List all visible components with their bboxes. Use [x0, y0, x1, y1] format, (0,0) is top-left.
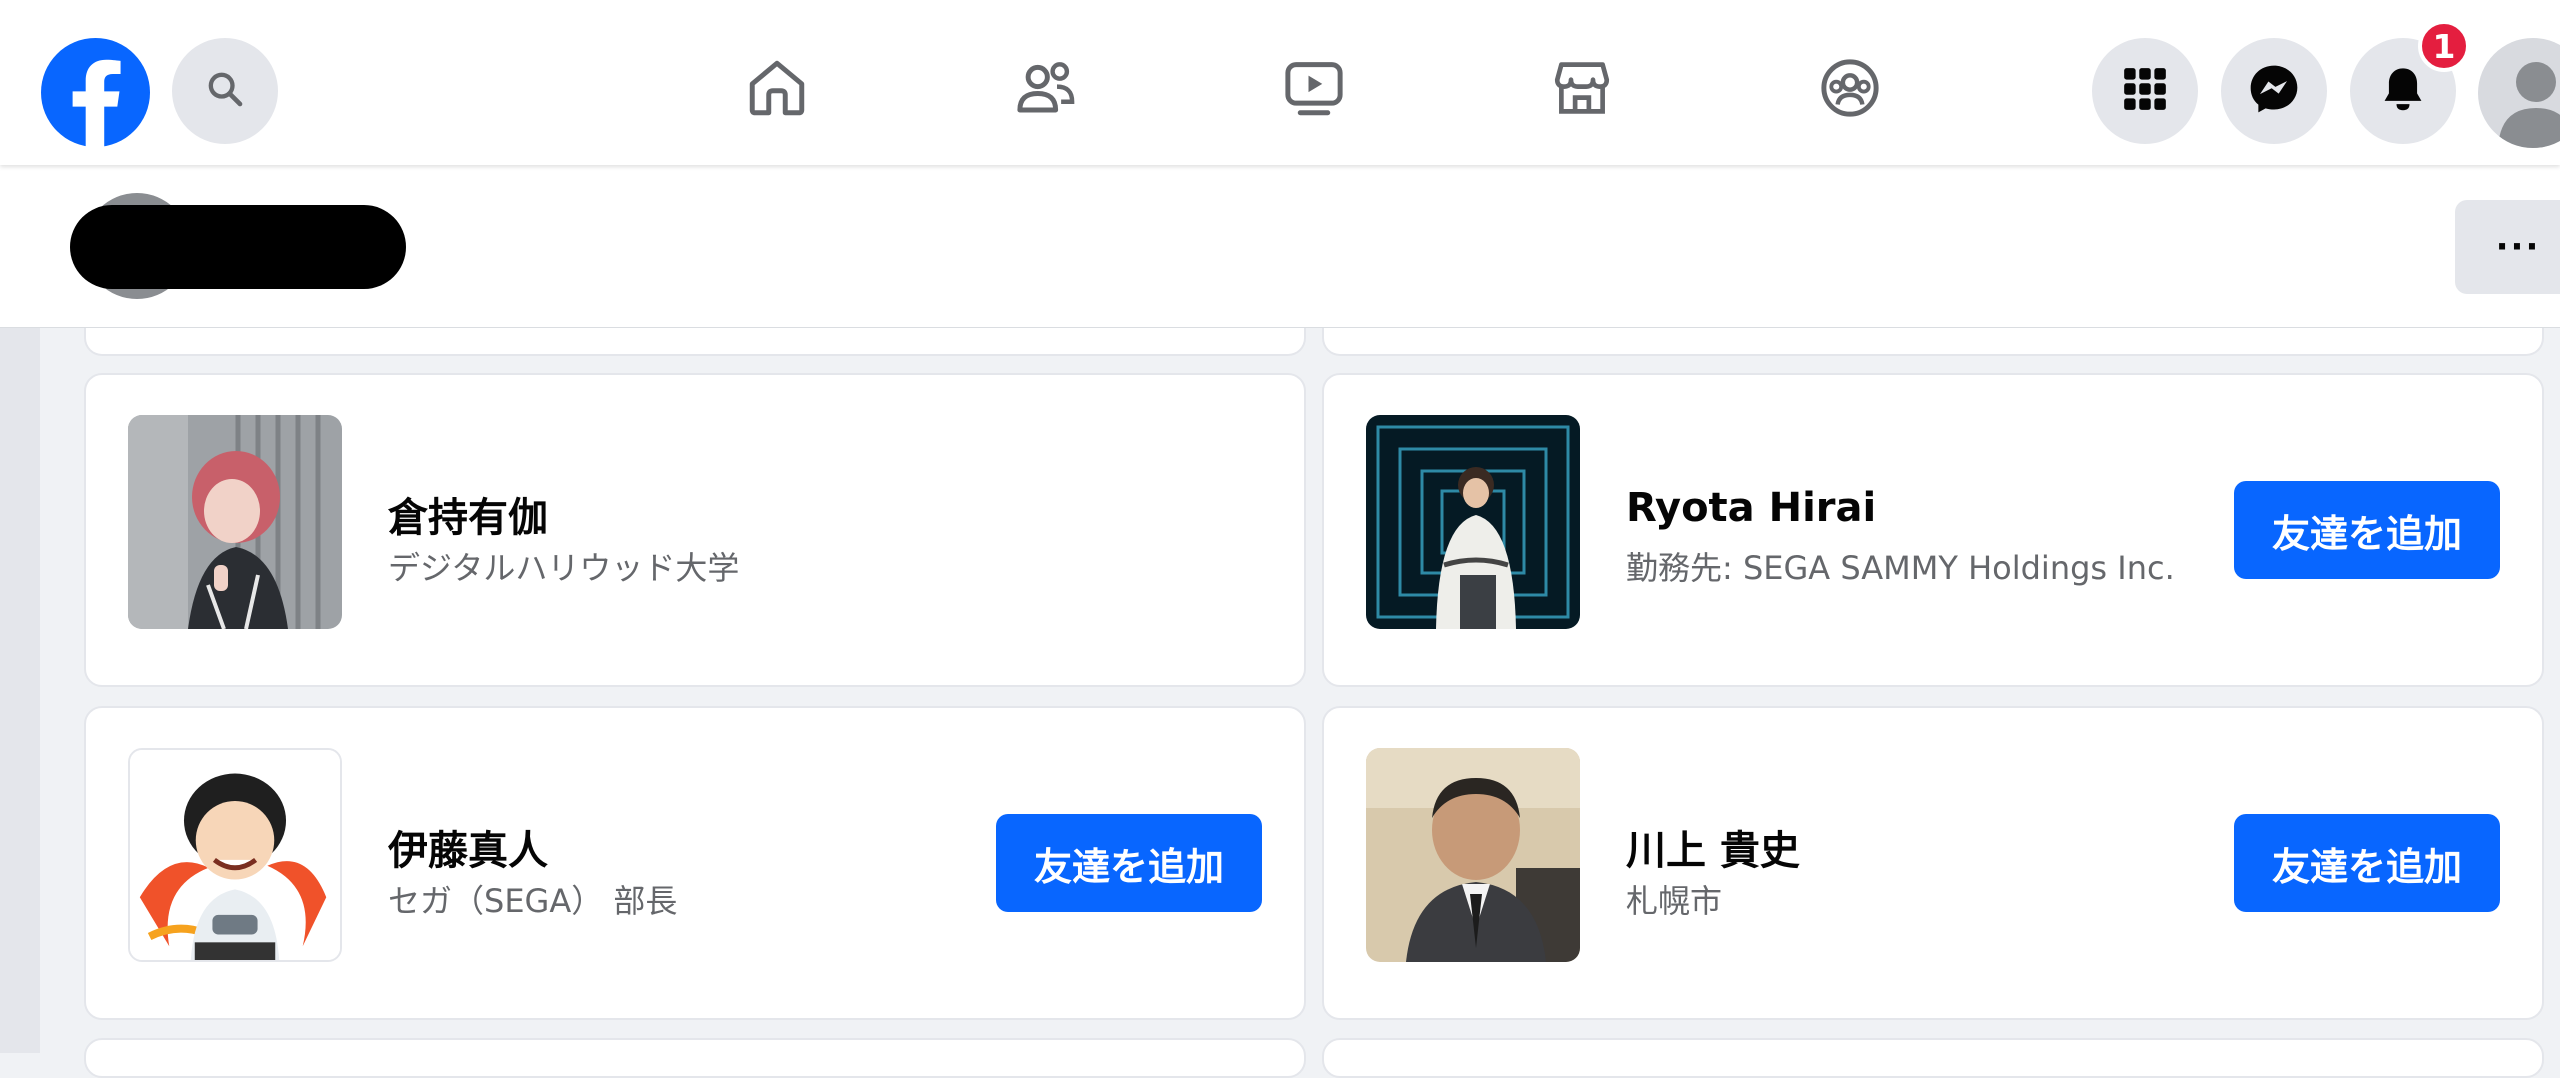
top-navigation-bar: 1 [0, 0, 2560, 165]
suggestion-subtitle: デジタルハリウッド大学 [388, 549, 740, 587]
suggestion-card-partial [84, 1038, 1306, 1078]
menu-button[interactable] [2092, 38, 2198, 144]
home-tab[interactable] [737, 50, 817, 130]
suggestion-card-partial [1322, 1038, 2544, 1078]
left-gutter [0, 327, 40, 1053]
friends-tab[interactable] [1006, 50, 1086, 130]
suggestion-name[interactable]: Ryota Hirai [1626, 485, 1876, 531]
suggestion-subtitle: 札幌市 [1626, 882, 1723, 920]
messenger-icon [2246, 61, 2302, 121]
profile-photo[interactable] [1366, 415, 1580, 629]
home-icon [744, 55, 810, 125]
profile-name-redacted [70, 205, 406, 289]
search-icon [205, 69, 245, 113]
suggestion-subtitle: 勤務先: SEGA SAMMY Holdings Inc. [1626, 549, 2175, 587]
suggestion-subtitle: セガ（SEGA） 部長 [388, 882, 678, 920]
watch-tab[interactable] [1274, 50, 1354, 130]
account-avatar[interactable] [2478, 38, 2560, 148]
add-friend-button[interactable]: 友達を追加 [996, 814, 1262, 912]
friends-icon [1013, 55, 1079, 125]
groups-icon [1817, 55, 1883, 125]
suggestion-card: Ryota Hirai 勤務先: SEGA SAMMY Holdings Inc… [1322, 373, 2544, 687]
watch-icon [1281, 55, 1347, 125]
profile-photo[interactable] [128, 748, 342, 962]
add-friend-button[interactable]: 友達を追加 [2234, 481, 2500, 579]
search-button[interactable] [172, 38, 278, 144]
marketplace-icon [1549, 55, 1615, 125]
suggestion-card: 伊藤真人 セガ（SEGA） 部長 友達を追加 [84, 706, 1306, 1020]
profile-photo[interactable] [128, 415, 342, 629]
profile-sticky-bar: ··· [0, 165, 2560, 328]
add-friend-button[interactable]: 友達を追加 [2234, 814, 2500, 912]
suggestion-name[interactable]: 伊藤真人 [388, 818, 548, 876]
groups-tab[interactable] [1810, 50, 1890, 130]
suggestion-name[interactable]: 倉持有伽 [388, 485, 548, 543]
suggestion-name[interactable]: 川上 貴史 [1626, 818, 1800, 876]
facebook-logo[interactable] [41, 38, 150, 147]
notification-badge: 1 [2418, 20, 2470, 72]
bell-icon [2377, 63, 2429, 119]
suggestion-card: 倉持有伽 デジタルハリウッド大学 [84, 373, 1306, 687]
suggestion-card: 川上 貴史 札幌市 友達を追加 [1322, 706, 2544, 1020]
profile-photo[interactable] [1366, 748, 1580, 962]
menu-grid-icon [2120, 64, 2170, 118]
more-options-button[interactable]: ··· [2455, 200, 2560, 294]
messenger-button[interactable] [2221, 38, 2327, 144]
marketplace-tab[interactable] [1542, 50, 1622, 130]
